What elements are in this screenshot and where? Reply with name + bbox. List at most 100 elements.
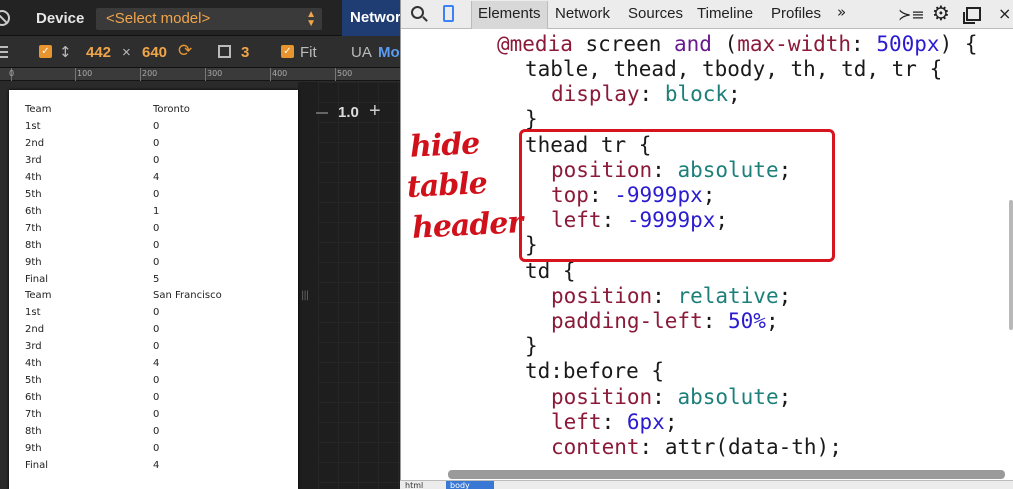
tab-network-emulation[interactable]: Network [342,0,400,36]
table-row: Team San Francisco [25,288,285,305]
tab-timeline[interactable]: Timeline [697,5,753,22]
row-value: 0 [153,256,160,268]
ruler-tick [335,68,336,81]
code-line: padding-left: 50%; [551,309,779,333]
table-row: 3rd 0 [25,153,285,170]
table-row: 8th 0 [25,238,285,255]
resize-handle-icon[interactable]: ||| [301,290,309,301]
table-row: 9th 0 [25,441,285,458]
code-line: td:before { [525,359,665,383]
devtools-tabbar: Elements Network Sources Timeline Profil… [401,0,1013,29]
table-row: 5th 0 [25,187,285,204]
menu-icon-line[interactable] [0,46,8,48]
row-value: 0 [153,341,160,353]
select-arrows-icon: ▲ ▼ [306,9,316,29]
row-label: 9th [25,443,42,454]
row-label: 3rd [25,341,42,353]
fit-checkbox[interactable]: ✓ [281,45,294,58]
row-label: 4th [25,171,42,183]
row-value: 0 [153,222,160,234]
model-select[interactable]: <Select model> ▲ ▼ [96,8,322,30]
disable-emulation-icon[interactable] [0,10,10,26]
table-row: 7th 0 [25,407,285,424]
row-value: 0 [153,188,160,200]
table-row: Final 5 [25,272,285,289]
zoom-value: 1.0 [338,104,359,121]
row-label: 6th [25,205,42,217]
network-tab-label: Network [350,9,400,26]
more-tabs-icon[interactable]: » [837,3,846,21]
table-row: 7th 0 [25,221,285,238]
resolution-checkbox[interactable]: ✓ [39,45,52,58]
annotation-highlight-box [519,129,835,262]
code-line: position: relative; [551,284,792,308]
table-row: 1st 0 [25,119,285,136]
row-value: 0 [153,392,160,404]
zoom-out-button[interactable] [316,112,328,114]
menu-icon-line[interactable] [0,56,8,58]
table-row: 2nd 0 [25,322,285,339]
row-label: 7th [25,409,42,421]
horizontal-scrollbar[interactable] [448,470,1005,479]
menu-icon-line[interactable] [0,51,8,53]
row-label: 2nd [25,137,45,149]
horizontal-ruler: 0 100 200 300 400 500 [0,68,400,81]
device-mode-icon[interactable] [443,5,454,22]
code-line: content: attr(data-th); [551,435,842,459]
table-row: 5th 0 [25,373,285,390]
times-sign: × [122,44,131,61]
breadcrumb-body[interactable]: body [446,481,494,489]
ruler-tick [205,68,206,81]
row-label: 9th [25,256,42,268]
inspect-search-icon[interactable] [411,6,424,19]
code-line: table, thead, tbody, th, td, tr { [525,57,943,81]
dock-icon[interactable] [963,7,981,24]
table-row: 3rd 0 [25,339,285,356]
vertical-scrollbar[interactable] [1009,200,1013,330]
ruler-label: 300 [207,69,223,78]
row-value: 1 [153,205,160,217]
code-line: } [525,334,538,358]
ruler-label: 0 [9,69,15,78]
tab-sources[interactable]: Sources [628,5,683,22]
tab-network[interactable]: Network [555,5,610,22]
table-row: Final 4 [25,458,285,475]
row-value: 0 [153,154,160,166]
tab-elements[interactable]: Elements [471,1,548,29]
width-input[interactable]: 442 [86,44,111,61]
row-value: 0 [153,137,160,149]
swap-dimensions-icon[interactable]: ⟳ [178,41,192,61]
row-value: 5 [153,273,160,285]
ua-label: UA [351,44,372,61]
row-label: 4th [25,358,42,370]
row-label: 1st [25,307,41,319]
row-value: 0 [153,239,160,251]
ruler-label: 100 [77,69,93,78]
fit-label: Fit [300,44,317,61]
device-label: Device [36,10,85,27]
breadcrumb-html[interactable]: html [405,481,437,489]
resize-arrows-icon: ↕ [59,43,72,61]
zoom-control: 1.0 + [316,100,400,124]
row-value: Toronto [153,104,190,115]
ruler-tick [270,68,271,81]
row-label: Team [25,290,52,302]
row-value: 0 [153,307,160,319]
row-value: 4 [153,358,160,370]
emulated-page: Team Toronto 1st 0 2nd 0 3rd 0 4th 4 5th 0 6th 1 7th 0 8… [9,90,298,489]
row-label: 8th [25,239,42,251]
height-input[interactable]: 640 [142,44,167,61]
zoom-in-button[interactable]: + [369,100,381,123]
ruler-tick [75,68,76,81]
scale-input[interactable]: 3 [241,44,249,61]
table-row: 8th 0 [25,424,285,441]
ua-value[interactable]: Mo [378,44,400,61]
row-label: Final [25,273,49,285]
row-value: 0 [153,120,160,132]
row-value: 4 [153,171,160,183]
gear-icon[interactable]: ⚙ [932,1,950,25]
tab-profiles[interactable]: Profiles [771,5,821,22]
close-icon[interactable]: × [998,4,1011,23]
table-row: 2nd 0 [25,136,285,153]
console-drawer-icon[interactable]: ≻≡ [898,5,925,24]
